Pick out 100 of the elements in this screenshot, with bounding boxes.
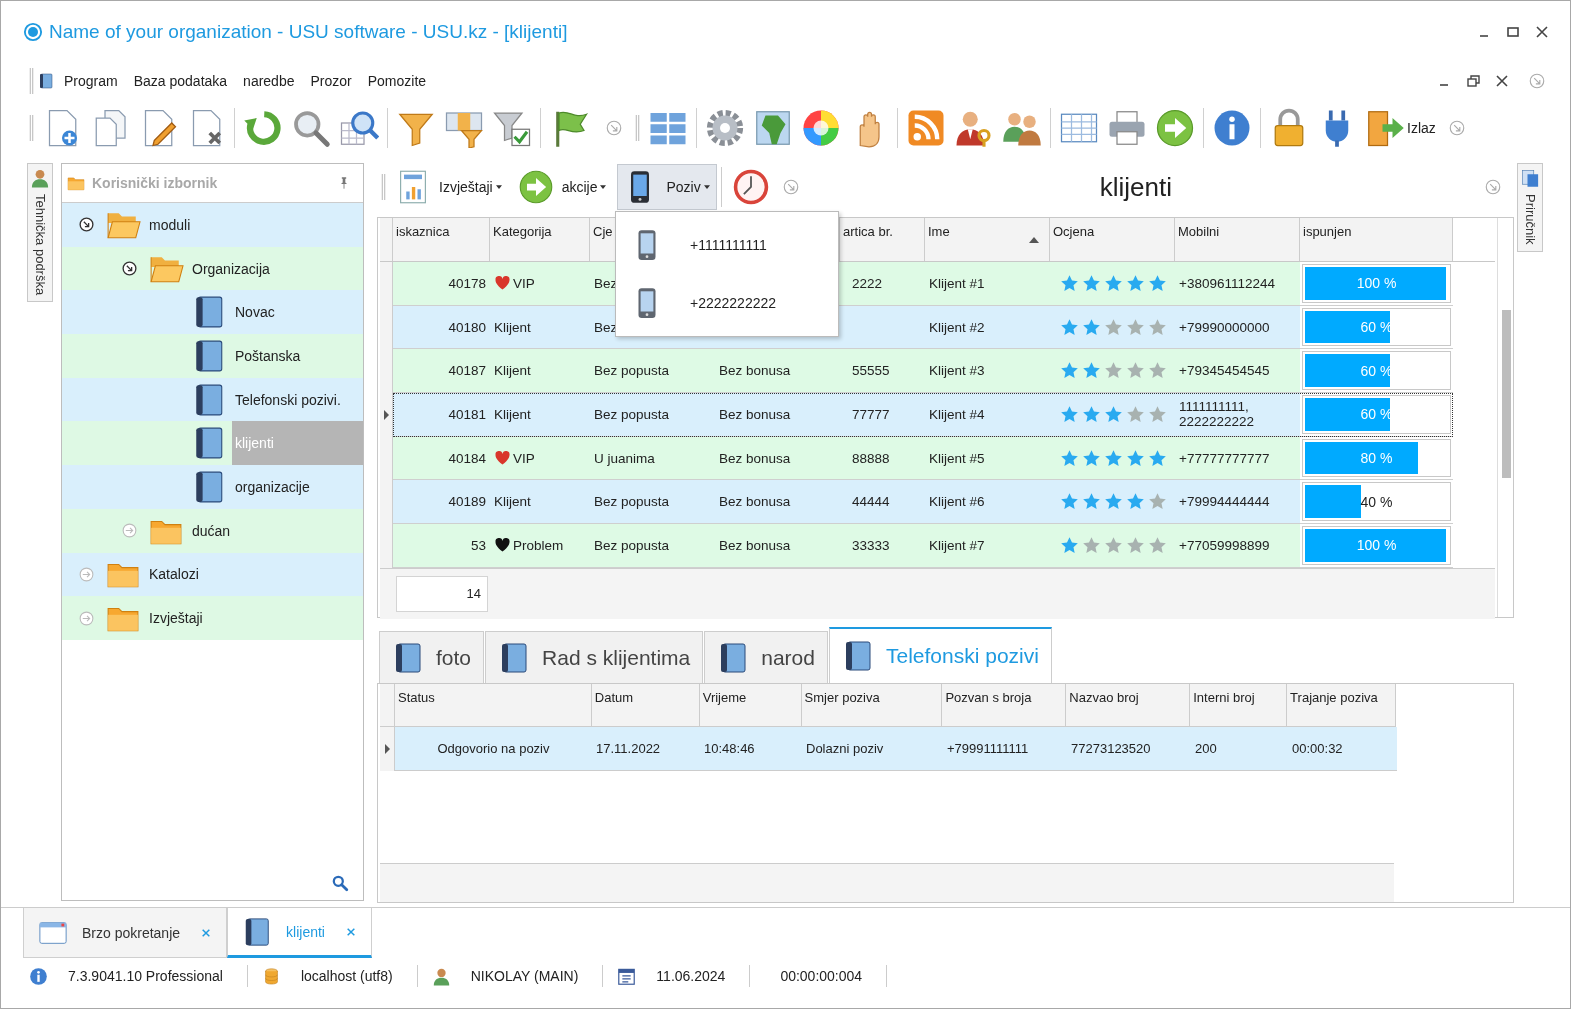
panel-title: Korisnički izbornik: [92, 175, 218, 191]
expand-icon[interactable]: [78, 565, 95, 583]
clock-icon[interactable]: [731, 168, 770, 206]
expand-icon[interactable]: [121, 522, 138, 540]
column-header[interactable]: Pozvan s broja: [942, 684, 1067, 726]
expand-icon[interactable]: [781, 178, 800, 196]
arrow-right-icon[interactable]: [1155, 108, 1195, 148]
document-tab[interactable]: Brzo pokretanje: [23, 908, 228, 958]
star-icon: [1104, 273, 1123, 293]
column-header[interactable]: artica br.: [840, 218, 925, 261]
star-icon: [1148, 535, 1167, 555]
menu-item[interactable]: Prozor: [310, 73, 352, 89]
menu-item[interactable]: naredbe: [243, 73, 295, 89]
table-cell: Bez bonusa: [719, 537, 791, 553]
close-icon[interactable]: [1494, 73, 1510, 89]
column-header[interactable]: Mobilni: [1175, 218, 1300, 261]
column-header[interactable]: Smjer poziva: [801, 684, 943, 726]
color-wheel-icon[interactable]: [801, 108, 841, 148]
column-header[interactable]: Ime: [925, 218, 1050, 261]
table-cell: Bez popusta: [594, 363, 670, 379]
printer-icon[interactable]: [1107, 108, 1147, 148]
star-icon: [1082, 404, 1101, 424]
column-header[interactable]: Nazvao broj: [1066, 684, 1191, 726]
expand-icon[interactable]: [1528, 72, 1546, 90]
star-icon: [1148, 448, 1167, 468]
column-header[interactable]: Ocjena: [1050, 218, 1175, 261]
expand-icon[interactable]: [605, 119, 623, 137]
row-header[interactable]: [380, 727, 395, 771]
grip-handle[interactable]: [29, 68, 34, 94]
caret-icon: [495, 185, 502, 189]
search-icon[interactable]: [331, 874, 349, 892]
side-tab[interactable]: Priručnik: [1517, 163, 1543, 252]
status-text: localhost (utf8): [300, 968, 393, 984]
star-icon: [1060, 404, 1079, 424]
exit-button[interactable]: Izlaz: [1361, 108, 1436, 148]
grip-handle[interactable]: [381, 174, 386, 200]
collapse-icon[interactable]: [78, 216, 95, 234]
caret-icon: [600, 185, 607, 189]
toolbar-button[interactable]: Izvještaji: [390, 164, 509, 210]
table-cell: +380961112244: [1179, 275, 1275, 291]
column-header[interactable]: Vrijeme: [699, 684, 802, 726]
table-cell: 40181: [448, 406, 486, 422]
side-tab[interactable]: Tehnička podrška: [27, 163, 53, 303]
info-icon: [29, 966, 48, 986]
column-header[interactable]: Datum: [591, 684, 700, 726]
star-icon: [1060, 448, 1079, 468]
column-header[interactable]: ispunjen: [1300, 218, 1453, 261]
tab[interactable]: Rad s klijentima: [485, 631, 704, 683]
menu-item[interactable]: Pomozite: [367, 73, 427, 89]
star-icon: [1126, 492, 1145, 512]
column-header[interactable]: Status: [395, 684, 592, 726]
user-icon: [30, 168, 50, 188]
toolbar-button[interactable]: akcije: [512, 164, 614, 210]
expand-icon[interactable]: [1484, 178, 1502, 196]
tab[interactable]: narod: [704, 631, 828, 683]
table-cell: 00:00:32: [1292, 741, 1343, 756]
column-header[interactable]: iskaznica: [393, 218, 490, 261]
table-row[interactable]: 53 Problem Bez popusta Bez bonusa 33333 Klijent #7 +77059998899 100 %: [393, 524, 1453, 568]
maximize-icon[interactable]: [1505, 24, 1521, 40]
progress-label: 80 %: [1360, 450, 1393, 467]
table-cell: 55555: [852, 363, 890, 379]
grid-search-icon[interactable]: [339, 108, 379, 148]
table-cell: 33333: [852, 537, 890, 553]
column-header[interactable]: Interni broj: [1190, 684, 1288, 726]
search-icon[interactable]: [291, 108, 331, 148]
table-cell: Klijent: [494, 406, 531, 422]
grip-handle[interactable]: [635, 115, 640, 141]
scrollbar[interactable]: [1497, 218, 1513, 617]
expand-icon[interactable]: [1447, 119, 1466, 137]
grip-handle[interactable]: [29, 115, 34, 141]
star-icon: [1126, 273, 1145, 293]
page-title: klijenti: [1099, 171, 1172, 203]
tab[interactable]: foto: [379, 631, 485, 683]
table-cell: Klijent #4: [929, 406, 985, 422]
menu-item[interactable]: Program: [64, 73, 118, 89]
expand-icon[interactable]: [78, 609, 95, 627]
map-icon[interactable]: [753, 108, 793, 148]
star-icon: [1104, 317, 1123, 337]
restore-icon[interactable]: [1465, 73, 1481, 89]
exit-door-icon: [1365, 108, 1405, 148]
refresh-icon[interactable]: [243, 108, 283, 148]
column-header[interactable]: Kategorija: [490, 218, 590, 261]
settings-icon[interactable]: [705, 108, 745, 148]
star-icon: [1104, 448, 1123, 468]
info-icon[interactable]: [1212, 108, 1252, 148]
table-cell: Klijent #1: [929, 275, 985, 291]
table-row[interactable]: 40184 VIP U juanima Bez bonusa 88888 Klijent #5 +77777777777 80 %: [393, 436, 1453, 481]
table-cell: Odgovorio na poziv: [437, 741, 550, 756]
table-cell: 40178: [448, 275, 486, 291]
menu-item[interactable]: Baza podataka: [133, 73, 228, 89]
table-row[interactable]: Odgovorio na poziv 17.11.2022 10:48:46 Dolazni poziv +79991111111 77273123520 200 00:00:32: [395, 727, 1397, 771]
table-cell-text: 1111111111, 2222222222: [1179, 399, 1256, 430]
table-cell: +79990000000: [1179, 319, 1270, 335]
collapse-icon[interactable]: [121, 260, 138, 278]
close-icon[interactable]: [1534, 24, 1550, 40]
progress-label: 100 %: [1356, 275, 1397, 292]
rss-icon[interactable]: [906, 108, 946, 148]
toolbar-button[interactable]: Poziv: [617, 164, 717, 210]
star-icon: [1148, 492, 1167, 512]
column-header[interactable]: Trajanje poziva: [1287, 684, 1396, 726]
